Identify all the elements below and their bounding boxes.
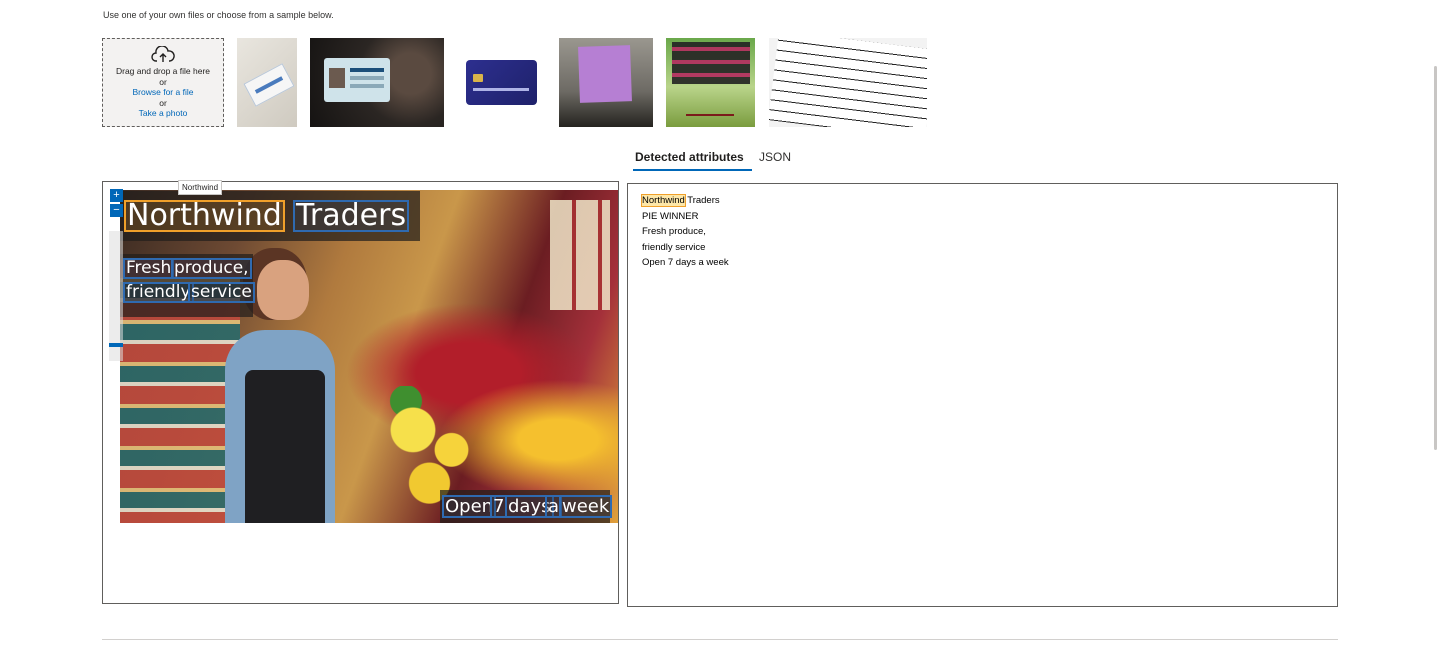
- zoom-in-button[interactable]: +: [110, 189, 123, 202]
- ocr-word-box[interactable]: Open: [442, 495, 497, 518]
- sample-social-security-card[interactable]: [237, 38, 297, 127]
- cloud-upload-icon: [151, 46, 175, 63]
- detected-attributes-panel: Northwind Traders PIE WINNER Fresh produ…: [627, 183, 1338, 607]
- dropzone-or: or: [159, 76, 167, 87]
- ocr-word-box[interactable]: produce,: [171, 258, 252, 279]
- zoom-slider-thumb[interactable]: [109, 343, 123, 347]
- word-tooltip: Northwind: [178, 180, 223, 195]
- highlighted-word[interactable]: Northwind: [641, 194, 686, 207]
- sample-credit-card[interactable]: [458, 38, 544, 127]
- ocr-word-box[interactable]: Northwind: [124, 200, 285, 232]
- result-line: Open 7 days a week: [642, 257, 729, 269]
- result-line: Fresh produce,: [642, 226, 706, 238]
- section-divider: [102, 639, 1338, 640]
- zoom-out-button[interactable]: −: [110, 204, 123, 217]
- tab-detected-attributes[interactable]: Detected attributes: [633, 150, 752, 171]
- sample-handwritten-note[interactable]: [559, 38, 653, 127]
- ocr-word-box[interactable]: Traders: [293, 200, 410, 232]
- sample-motivational-poster[interactable]: [666, 38, 755, 127]
- take-photo-link[interactable]: Take a photo: [139, 108, 188, 119]
- result-line: PIE WINNER: [642, 210, 699, 222]
- file-dropzone[interactable]: Drag and drop a file here or Browse for …: [102, 38, 224, 127]
- zoom-slider-track[interactable]: [109, 231, 123, 361]
- ocr-word-box[interactable]: week: [559, 495, 613, 518]
- result-text: Traders: [684, 195, 720, 206]
- ocr-word-box[interactable]: service: [188, 282, 255, 303]
- page-scrollbar[interactable]: [1434, 66, 1437, 450]
- tab-json[interactable]: JSON: [757, 150, 793, 164]
- sample-id-card-held[interactable]: [310, 38, 444, 127]
- sample-nutrition-facts[interactable]: [769, 38, 927, 127]
- instructions-text: Use one of your own files or choose from…: [103, 10, 334, 20]
- ocr-word-box[interactable]: friendly: [123, 282, 194, 303]
- dropzone-or: or: [159, 97, 167, 108]
- result-line: friendly service: [642, 241, 706, 253]
- result-line: Northwind Traders: [641, 193, 1323, 209]
- ocr-word-box[interactable]: Fresh: [123, 258, 175, 279]
- browse-file-link[interactable]: Browse for a file: [133, 87, 194, 98]
- dropzone-label: Drag and drop a file here: [115, 66, 211, 77]
